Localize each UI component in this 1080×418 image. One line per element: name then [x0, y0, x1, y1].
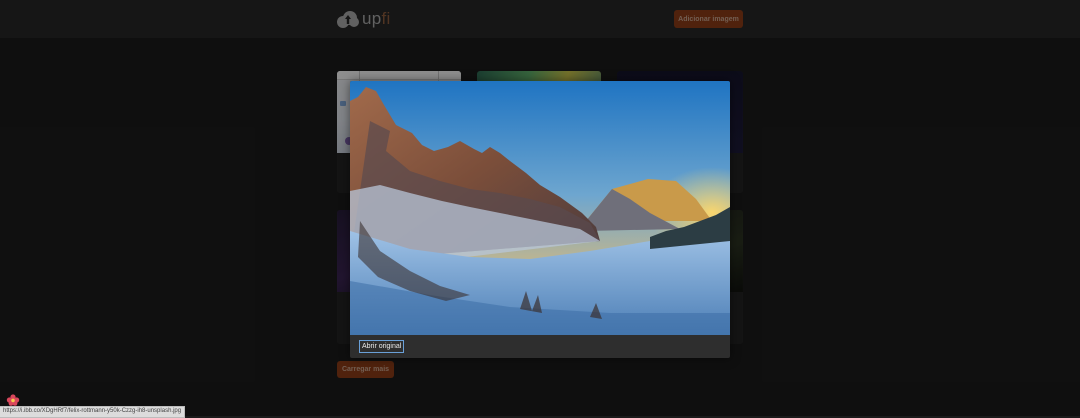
flower-icon: [6, 394, 20, 406]
open-original-link[interactable]: Abrir original: [359, 340, 405, 353]
status-bar-url: https://i.ibb.co/XDgHRf7/felix-rottmann-…: [0, 406, 186, 418]
image-modal: Abrir original: [350, 81, 730, 358]
modal-image: [350, 81, 730, 335]
